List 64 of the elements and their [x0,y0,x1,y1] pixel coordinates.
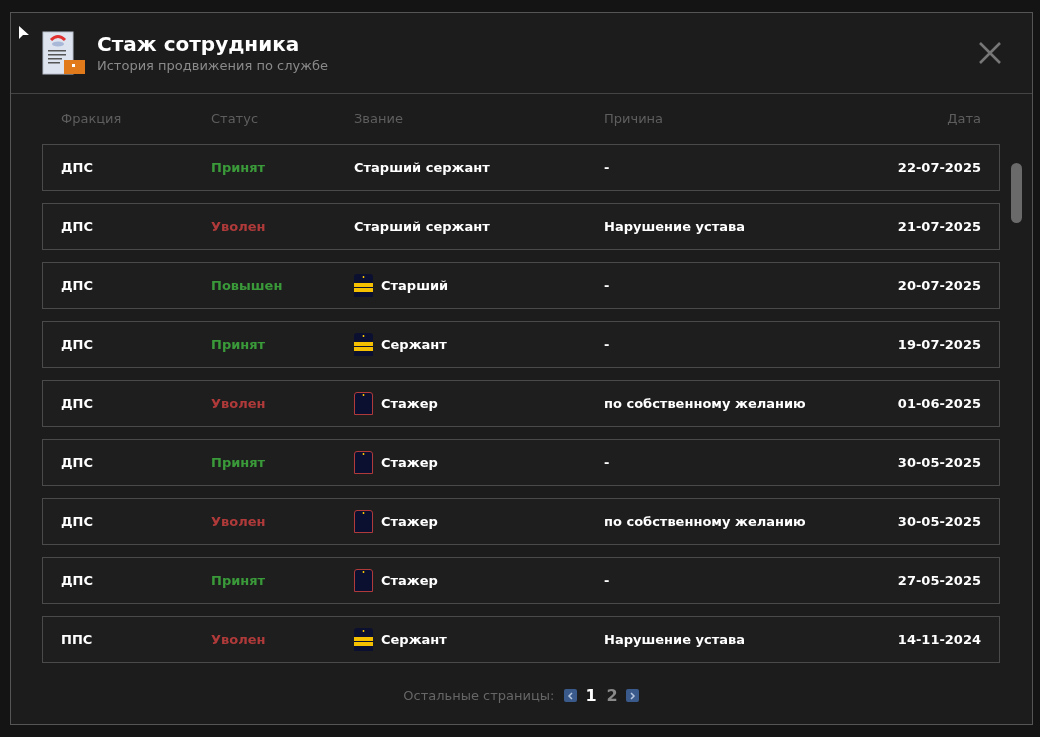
rank-cell-text: Стажер [381,394,438,413]
table-row[interactable]: ДПС Принят Сержант - 19-07-2025 [42,321,1000,368]
date-cell-text: 27-05-2025 [897,571,981,590]
column-header: Фракция [61,110,123,129]
faction-cell: ДПС [61,336,93,352]
table-row[interactable]: ДПС Уволен Стажер по собственному желанию 01-06-2025 [42,380,1000,427]
window-title: Стаж сотрудника [97,31,301,57]
date-cell-text: 14-11-2024 [897,630,981,649]
status-cell: Уволен [211,513,266,529]
table-row[interactable]: ДПС Принят Стажер - 30-05-2025 [42,439,1000,486]
pagination-label: Остальные страницы: [403,686,555,705]
reason-cell: - [604,572,610,588]
window-subtitle: История продвижения по службе [97,57,328,75]
faction-cell: ДПС [61,513,93,529]
reason-cell: - [604,277,610,293]
column-header: Дата [947,110,981,129]
status-cell: Уволен [211,631,266,647]
faction-cell: ДПС [61,395,93,411]
rank-cell-text: Сержант [381,630,447,649]
table-row[interactable]: ДПС Повышен Старший - 20-07-2025 [42,262,1000,309]
status-cell: Уволен [211,395,266,411]
rank-cell-text: Стажер [381,571,438,590]
rank-cell-text: Стажер [381,512,438,531]
reason-cell: Нарушение устава [604,218,745,234]
rank-cell-text: Старший [381,276,449,295]
table-row[interactable]: ДПС Принят Стажер - 27-05-2025 [42,557,1000,604]
date-cell-text: 30-05-2025 [897,512,981,531]
date-cell-text: 30-05-2025 [897,453,981,472]
date-cell-text: 01-06-2025 [897,394,981,413]
column-header: Статус [211,110,260,129]
faction-cell: ДПС [61,454,93,470]
reason-cell: - [604,336,610,352]
faction-cell: ДПС [61,218,93,234]
faction-cell: ДПС [61,277,93,293]
column-header: Причина [604,110,665,129]
date-cell-text: 22-07-2025 [897,158,981,177]
column-header: Звание [354,110,404,129]
reason-cell: - [604,454,610,470]
rank-cell-text: Стажер [381,453,438,472]
status-cell: Принят [211,572,266,588]
table-row[interactable]: ДПС Уволен Стажер по собственному желанию 30-05-2025 [42,498,1000,545]
status-cell: Повышен [211,277,283,293]
rank-cell-text: Старший сержант [354,158,490,177]
table-row[interactable]: ДПС Уволен Старший сержант Нарушение устава 21-07-2025 [42,203,1000,250]
reason-cell: - [604,159,610,175]
page-button[interactable]: 1 [583,683,599,708]
page-button[interactable]: 2 [604,683,620,708]
status-cell: Принят [211,159,266,175]
reason-cell: по собственному желанию [604,513,806,529]
reason-cell: по собственному желанию [604,395,806,411]
status-cell: Уволен [211,218,266,234]
date-cell-text: 20-07-2025 [897,276,981,295]
table-row[interactable]: ДПС Принят Старший сержант - 22-07-2025 [42,144,1000,191]
status-cell: Принят [211,454,266,470]
date-cell-text: 19-07-2025 [897,335,981,354]
faction-cell: ДПС [61,159,93,175]
faction-cell: ППС [61,631,93,647]
date-cell-text: 21-07-2025 [897,217,981,236]
status-cell: Принят [211,336,266,352]
faction-cell: ДПС [61,572,93,588]
reason-cell: Нарушение устава [604,631,745,647]
table-row[interactable]: ППС Уволен Сержант Нарушение устава 14-11-2024 [42,616,1000,663]
rank-cell-text: Сержант [381,335,447,354]
rank-cell-text: Старший сержант [354,217,490,236]
